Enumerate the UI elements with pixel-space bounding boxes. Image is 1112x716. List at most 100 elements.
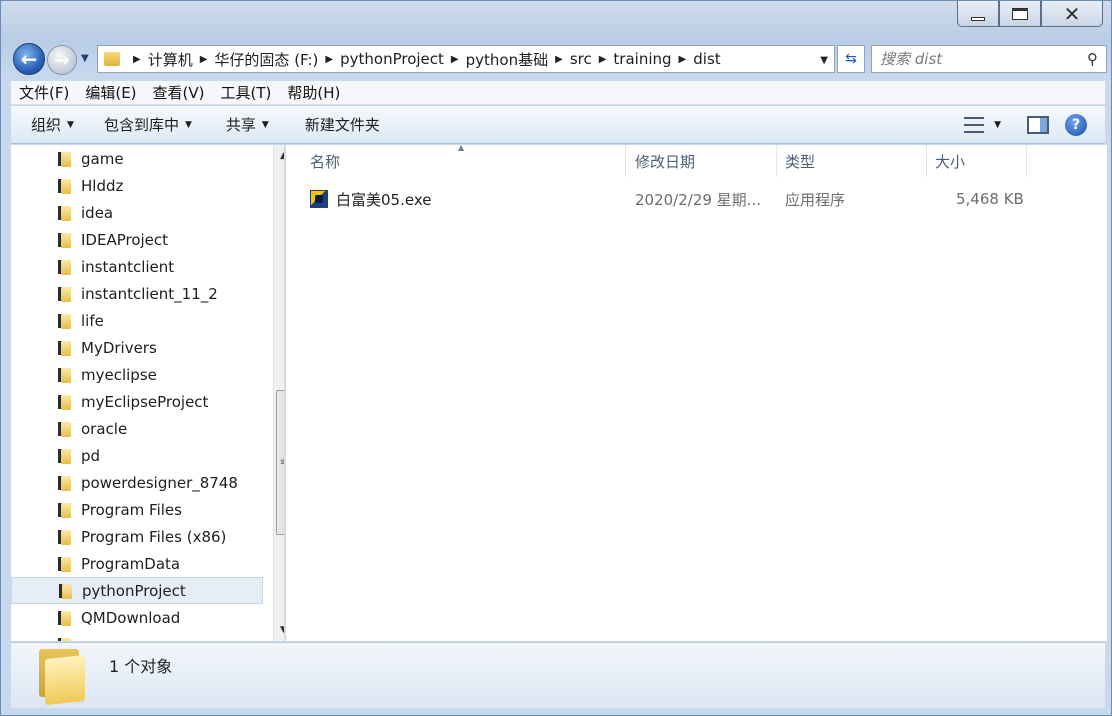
address-bar[interactable]: ▶ 计算机 ▶ 华仔的固态 (F:) ▶ pythonProject ▶ pyt… bbox=[97, 45, 835, 73]
chevron-down-icon: ▼ bbox=[184, 119, 192, 130]
tree-item[interactable]: Program Files bbox=[11, 496, 263, 523]
menu-bar: 文件(F) 编辑(E) 查看(V) 工具(T) 帮助(H) bbox=[11, 81, 1105, 105]
menu-help[interactable]: 帮助(H) bbox=[279, 82, 348, 103]
chevron-down-icon: ▼ bbox=[67, 119, 74, 130]
breadcrumb-separator-icon[interactable]: ▶ bbox=[599, 54, 607, 65]
organize-button[interactable]: 组织 ▼ bbox=[11, 106, 86, 143]
breadcrumb-separator-icon[interactable]: ▶ bbox=[200, 54, 208, 65]
tree-item-label: life bbox=[81, 311, 104, 330]
folder-icon bbox=[55, 340, 71, 356]
scroll-down-icon[interactable]: ▼ bbox=[274, 621, 284, 639]
breadcrumb-item[interactable]: pythonProject bbox=[340, 50, 444, 68]
tree-item[interactable]: powerdesigner_8748 bbox=[11, 469, 263, 496]
search-icon[interactable]: ⚲ bbox=[1087, 50, 1098, 68]
folder-icon bbox=[55, 448, 71, 464]
preview-pane-icon[interactable] bbox=[1027, 115, 1049, 134]
tree-item[interactable]: idea bbox=[11, 199, 263, 226]
tree-item[interactable]: life bbox=[11, 307, 263, 334]
tree-item[interactable]: Program Files (x86) bbox=[11, 523, 263, 550]
file-list-pane: ▲ 名称 修改日期 类型 大小 白富美05.exe 2020/2/29 星期..… bbox=[286, 143, 1107, 641]
column-header-type-label: 类型 bbox=[785, 152, 816, 171]
tree-item-label: Program Files bbox=[81, 500, 182, 519]
tree-item[interactable]: oracle bbox=[11, 415, 263, 442]
tree-item-label: Program Files (x86) bbox=[81, 527, 227, 546]
tree-item[interactable]: IDEAProject bbox=[11, 226, 263, 253]
tree-item-label: instantclient_11_2 bbox=[81, 284, 218, 303]
breadcrumb-separator-icon[interactable]: ▶ bbox=[133, 54, 141, 65]
nav-scrollbar[interactable]: ▲ ≡ ▼ bbox=[273, 145, 284, 641]
tree-item-label: pd bbox=[81, 446, 101, 465]
menu-edit[interactable]: 编辑(E) bbox=[77, 82, 144, 103]
minimize-button[interactable] bbox=[957, 1, 999, 27]
tree-item-label: myEclipseProject bbox=[81, 392, 209, 411]
menu-view[interactable]: 查看(V) bbox=[145, 82, 213, 103]
close-button[interactable]: ✕ bbox=[1041, 1, 1103, 27]
folder-icon bbox=[55, 205, 71, 221]
help-icon[interactable]: ? bbox=[1065, 113, 1087, 136]
tree-item-label: myeclipse bbox=[81, 365, 157, 384]
folder-icon bbox=[56, 583, 72, 599]
column-header-type[interactable]: 类型 bbox=[777, 145, 927, 177]
tree-item[interactable]: instantclient bbox=[11, 253, 263, 280]
tree-item[interactable]: myeclipse bbox=[11, 361, 263, 388]
exe-app-icon bbox=[310, 190, 328, 208]
command-bar-right: ▼ ? bbox=[954, 106, 1105, 143]
tree-item-partial[interactable] bbox=[11, 631, 263, 641]
folder-icon bbox=[55, 232, 71, 248]
column-header-name[interactable]: 名称 bbox=[302, 145, 626, 177]
menu-tools[interactable]: 工具(T) bbox=[213, 82, 280, 103]
breadcrumb-item[interactable]: dist bbox=[693, 50, 720, 68]
tree-item[interactable]: instantclient_11_2 bbox=[11, 280, 263, 307]
tree-item-selected[interactable]: pythonProject bbox=[11, 577, 263, 604]
include-library-label: 包含到库中 bbox=[103, 116, 179, 134]
chevron-down-icon: ▼ bbox=[994, 119, 1001, 130]
refresh-icon: ⇆ bbox=[845, 51, 857, 67]
breadcrumb-separator-icon[interactable]: ▶ bbox=[325, 54, 333, 65]
tree-item[interactable]: game bbox=[11, 145, 263, 172]
tree-item-label: MyDrivers bbox=[81, 338, 157, 357]
navigation-pane: game Hlddz idea IDEAProject instantclien… bbox=[11, 145, 285, 641]
tree-item[interactable]: QMDownload bbox=[11, 604, 263, 631]
column-header-modified[interactable]: 修改日期 bbox=[627, 145, 777, 177]
file-size: 5,468 KB bbox=[956, 190, 1024, 208]
forward-button[interactable]: → bbox=[47, 45, 77, 75]
include-in-library-button[interactable]: 包含到库中 ▼ bbox=[86, 106, 204, 143]
folder-icon bbox=[55, 475, 71, 491]
tree-item[interactable]: ProgramData bbox=[11, 550, 263, 577]
tree-item[interactable]: Hlddz bbox=[11, 172, 263, 199]
column-header-size[interactable]: 大小 bbox=[927, 145, 1027, 177]
breadcrumb-item[interactable]: src bbox=[570, 50, 592, 68]
folder-icon bbox=[55, 367, 71, 383]
address-dropdown-icon[interactable]: ▼ bbox=[820, 55, 828, 66]
search-box[interactable]: ⚲ bbox=[871, 45, 1107, 73]
folder-icon bbox=[39, 649, 87, 706]
organize-label: 组织 bbox=[31, 116, 62, 134]
scroll-thumb[interactable]: ≡ bbox=[276, 390, 284, 535]
change-view-button[interactable]: ▼ bbox=[954, 116, 1011, 133]
scroll-up-icon[interactable]: ▲ bbox=[274, 147, 284, 165]
breadcrumb-separator-icon[interactable]: ▶ bbox=[451, 54, 459, 65]
search-input[interactable] bbox=[880, 50, 1087, 68]
breadcrumb-item[interactable]: python基础 bbox=[466, 49, 548, 70]
column-header-size-label: 大小 bbox=[935, 152, 966, 171]
breadcrumb-separator-icon[interactable]: ▶ bbox=[679, 54, 687, 65]
tree-item[interactable]: pd bbox=[11, 442, 263, 469]
file-row[interactable]: 白富美05.exe 2020/2/29 星期... 应用程序 5,468 KB bbox=[302, 185, 1030, 213]
maximize-button[interactable] bbox=[999, 1, 1041, 27]
back-button[interactable]: ← bbox=[13, 43, 45, 75]
new-folder-button[interactable]: 新建文件夹 bbox=[281, 106, 392, 143]
breadcrumb-separator-icon[interactable]: ▶ bbox=[555, 54, 563, 65]
share-button[interactable]: 共享 ▼ bbox=[204, 106, 281, 143]
breadcrumb-item[interactable]: 华仔的固态 (F:) bbox=[214, 49, 318, 70]
tree-item[interactable]: myEclipseProject bbox=[11, 388, 263, 415]
file-type: 应用程序 bbox=[785, 190, 846, 209]
refresh-button[interactable]: ⇆ bbox=[837, 45, 865, 73]
recent-pages-dropdown[interactable]: ▼ bbox=[81, 53, 89, 64]
tree-item-label: instantclient bbox=[81, 257, 175, 276]
breadcrumb-item[interactable]: 计算机 bbox=[148, 49, 193, 70]
breadcrumb-item[interactable]: training bbox=[613, 50, 671, 68]
tree-item-label: idea bbox=[81, 203, 114, 222]
menu-file[interactable]: 文件(F) bbox=[11, 82, 77, 103]
folder-icon bbox=[55, 151, 71, 167]
tree-item[interactable]: MyDrivers bbox=[11, 334, 263, 361]
